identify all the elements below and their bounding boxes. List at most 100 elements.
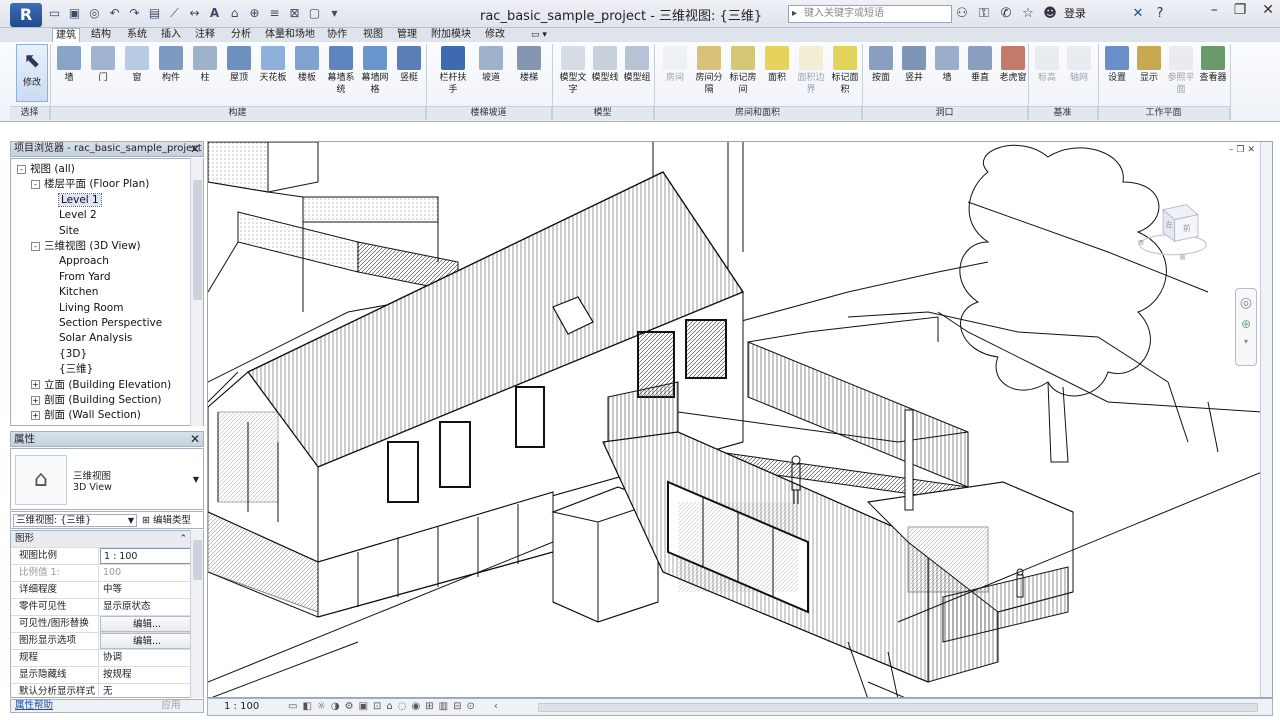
- collapse-icon[interactable]: -: [31, 241, 40, 251]
- reveal-hidden-icon[interactable]: ◉: [412, 699, 421, 715]
- ribbon-opening-2-button[interactable]: 墙: [930, 44, 964, 104]
- ribbon-workplane-0-button[interactable]: 设置: [1100, 44, 1134, 104]
- visual-style-icon[interactable]: ◧: [302, 699, 311, 715]
- expand-icon[interactable]: +: [31, 410, 40, 420]
- navbar-dropdown-icon[interactable]: ▾: [1236, 337, 1256, 346]
- panel-title-build[interactable]: 构建: [50, 106, 426, 120]
- ribbon-build-8-button[interactable]: 幕墙系统: [324, 44, 358, 104]
- tree-node[interactable]: {三维}: [59, 362, 93, 377]
- tab-4[interactable]: 注释: [192, 28, 218, 42]
- tree-node[interactable]: - 楼层平面 (Floor Plan): [31, 177, 149, 192]
- modify-button[interactable]: ⬉ 修改: [16, 44, 48, 102]
- tree-node[interactable]: Kitchen: [59, 285, 98, 300]
- ribbon-model-1-button[interactable]: 模型线: [588, 44, 622, 104]
- redo-icon[interactable]: ↷: [126, 5, 143, 22]
- favorites-star-icon[interactable]: ☆: [1020, 6, 1036, 21]
- text-icon[interactable]: A: [206, 5, 223, 22]
- tree-node[interactable]: + 剖面 (Building Section): [31, 393, 161, 408]
- ribbon-build-9-button[interactable]: 幕墙网格: [358, 44, 392, 104]
- panel-title-circulation[interactable]: 楼梯坡道: [426, 106, 552, 120]
- close-hidden-icon[interactable]: ⊠: [286, 5, 303, 22]
- type-selector[interactable]: ⌂ 三维视图 3D View ▼: [10, 448, 204, 510]
- panel-title-workplane[interactable]: 工作平面: [1098, 106, 1230, 120]
- tree-node[interactable]: +详图视图 (Detail): [31, 424, 128, 426]
- property-value[interactable]: 按规程: [100, 667, 191, 683]
- scroll-thumb[interactable]: [193, 540, 202, 580]
- reveal-constraints-icon[interactable]: ⊙: [466, 699, 474, 715]
- panel-title-room[interactable]: 房间和面积: [654, 106, 862, 120]
- ribbon-model-0-button[interactable]: 模型文字: [556, 44, 590, 104]
- tree-node[interactable]: Section Perspective: [59, 316, 162, 331]
- close-icon[interactable]: ✕: [190, 432, 200, 446]
- tree-node[interactable]: {3D}: [59, 347, 87, 362]
- viewcube[interactable]: 左 前 西 南: [1138, 198, 1208, 268]
- property-edit-button[interactable]: 编辑...: [100, 616, 191, 632]
- ribbon-build-5-button[interactable]: 屋顶: [222, 44, 256, 104]
- property-value[interactable]: 显示原状态: [100, 599, 191, 615]
- 3d-viewport[interactable]: –❐✕ 左 前 西 南 ◎ ⊕ ▾: [207, 141, 1273, 698]
- ribbon-room-3-button[interactable]: 面积: [760, 44, 794, 104]
- steering-wheel-icon[interactable]: ◎: [1236, 295, 1256, 311]
- tree-node[interactable]: Approach: [59, 254, 109, 269]
- ribbon-build-7-button[interactable]: 楼板: [290, 44, 324, 104]
- undo-icon[interactable]: ↶: [106, 5, 123, 22]
- communication-icon[interactable]: ✆: [998, 6, 1014, 21]
- tab-10[interactable]: 附加模块: [428, 28, 474, 42]
- ribbon-room-5-button[interactable]: 标记面积: [828, 44, 862, 104]
- viewport-scrollbar[interactable]: [1260, 142, 1272, 697]
- sun-path-icon[interactable]: ☼: [317, 699, 326, 715]
- tab-3[interactable]: 插入: [158, 28, 184, 42]
- tab-2[interactable]: 系统: [124, 28, 150, 42]
- ribbon-minimize-icon[interactable]: ▭ ▾: [528, 28, 550, 42]
- tree-node[interactable]: - 视图 (all): [17, 162, 75, 177]
- shadows-icon[interactable]: ◑: [331, 699, 340, 715]
- ribbon-build-0-button[interactable]: 墙: [52, 44, 86, 104]
- detail-level-icon[interactable]: ▭: [288, 699, 297, 715]
- tab-8[interactable]: 视图: [360, 28, 386, 42]
- tab-11[interactable]: 修改: [482, 28, 508, 42]
- ribbon-datum-0-button[interactable]: 标高: [1030, 44, 1064, 104]
- panel-title-opening[interactable]: 洞口: [862, 106, 1028, 120]
- ribbon-room-0-button[interactable]: 房间: [658, 44, 692, 104]
- property-value[interactable]: 无: [100, 684, 191, 697]
- tree-node[interactable]: From Yard: [59, 270, 111, 285]
- open-icon[interactable]: ▭: [46, 5, 63, 22]
- tree-node[interactable]: + 立面 (Building Elevation): [31, 378, 171, 393]
- subscription-icon[interactable]: ⚿: [976, 6, 992, 21]
- collapse-group-icon[interactable]: ⌃: [179, 531, 187, 547]
- ribbon-room-2-button[interactable]: 标记房间: [726, 44, 760, 104]
- edit-type-button[interactable]: ⊞ 编辑类型: [142, 514, 191, 527]
- ribbon-build-1-button[interactable]: 门: [86, 44, 120, 104]
- ribbon-build-2-button[interactable]: 窗: [120, 44, 154, 104]
- minimize-icon[interactable]: –: [1211, 2, 1218, 18]
- close-icon[interactable]: ✕: [190, 142, 200, 156]
- scroll-thumb[interactable]: [538, 703, 1258, 712]
- scroll-thumb[interactable]: [193, 180, 202, 300]
- ribbon-build-6-button[interactable]: 天花板: [256, 44, 290, 104]
- lock-view-icon[interactable]: ⌂: [386, 699, 392, 715]
- ribbon-opening-4-button[interactable]: 老虎窗: [996, 44, 1030, 104]
- ribbon-build-3-button[interactable]: 构件: [154, 44, 188, 104]
- save-icon[interactable]: ▣: [66, 5, 83, 22]
- render-icon[interactable]: ⚙: [345, 699, 354, 715]
- temp-hide-icon[interactable]: ◌: [398, 699, 407, 715]
- 3d-view-icon[interactable]: ⌂: [226, 5, 243, 22]
- restore-icon[interactable]: ❐: [1236, 145, 1247, 155]
- property-value[interactable]: 协调: [100, 650, 191, 666]
- ribbon-build-10-button[interactable]: 竖梃: [392, 44, 426, 104]
- tab-0[interactable]: 建筑: [52, 28, 80, 43]
- tree-node[interactable]: Solar Analysis: [59, 331, 132, 346]
- ribbon-circulation-2-button[interactable]: 楼梯: [512, 44, 546, 104]
- properties-help-link[interactable]: 属性帮助: [15, 700, 53, 712]
- project-browser-scrollbar[interactable]: [190, 158, 203, 426]
- user-icon[interactable]: ☻: [1042, 6, 1058, 21]
- application-menu-button[interactable]: R: [10, 3, 42, 27]
- tree-node[interactable]: + 剖面 (Wall Section): [31, 408, 141, 423]
- tab-7[interactable]: 协作: [324, 28, 350, 42]
- instance-filter-dropdown[interactable]: 三维视图: {三维} ▼: [13, 514, 137, 527]
- close-icon[interactable]: ✕: [1262, 2, 1274, 18]
- ribbon-workplane-2-button[interactable]: 参照平面: [1164, 44, 1198, 104]
- qat-dropdown-icon[interactable]: ▾: [326, 5, 343, 22]
- help-icon[interactable]: ?: [1152, 6, 1168, 21]
- ribbon-opening-1-button[interactable]: 竖井: [897, 44, 931, 104]
